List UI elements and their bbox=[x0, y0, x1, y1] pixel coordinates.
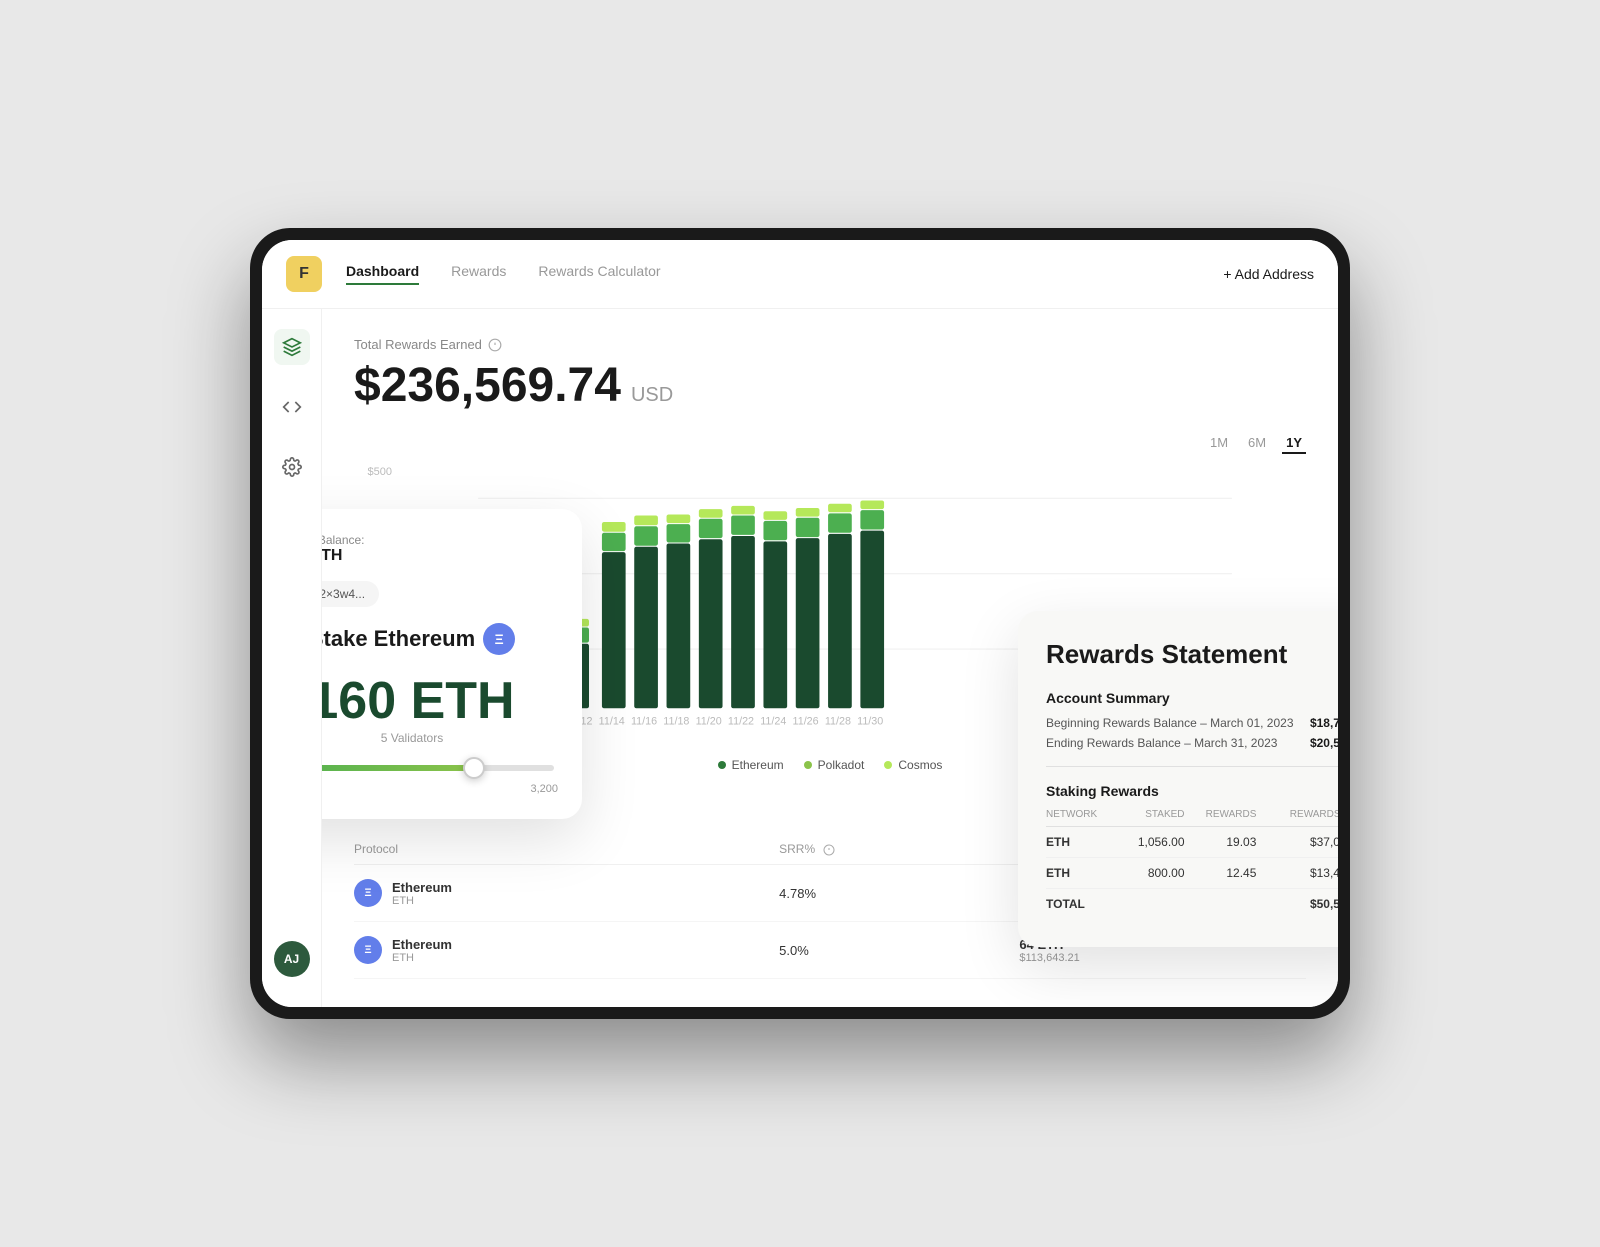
slider-max-label: 3,200 bbox=[530, 783, 558, 795]
staking-rewards-usd-1: $37,080.35 bbox=[1256, 827, 1338, 858]
main-content: Total Rewards Earned $236,569.74 USD 1M … bbox=[322, 309, 1338, 1007]
protocol-sub: ETH bbox=[392, 895, 452, 907]
eth-big-amount: 160 ETH bbox=[322, 671, 558, 731]
stake-title: Stake Ethereum Ξ bbox=[322, 623, 558, 655]
staking-col-staked: STAKED bbox=[1118, 809, 1184, 827]
svg-text:11/30: 11/30 bbox=[857, 715, 883, 727]
time-filter-6m[interactable]: 6M bbox=[1244, 433, 1270, 454]
staking-rewards-usd-2: $13,482.30 bbox=[1256, 858, 1338, 889]
protocol-cell: Ξ Ethereum ETH bbox=[354, 879, 779, 907]
col-header-srr: SRR% bbox=[779, 834, 1019, 865]
time-filter-1y[interactable]: 1Y bbox=[1282, 433, 1306, 454]
protocol-sub-2: ETH bbox=[392, 952, 452, 964]
ending-balance-label: Ending Rewards Balance – March 31, 2023 bbox=[1046, 736, 1277, 750]
staking-col-network: NETWORK bbox=[1046, 809, 1118, 827]
device-frame: F Dashboard Rewards Rewards Calculator +… bbox=[250, 228, 1350, 1019]
staking-network-1: ETH bbox=[1046, 827, 1118, 858]
add-address-button[interactable]: + Add Address bbox=[1223, 266, 1314, 282]
slider-labels: 32 3,200 bbox=[322, 783, 558, 795]
total-amount: $236,569.74 USD bbox=[354, 358, 1306, 413]
staking-staked-1: 1,056.00 bbox=[1118, 827, 1184, 858]
legend-ethereum: Ethereum bbox=[718, 758, 784, 772]
ending-balance-amount: $20,562.65 bbox=[1310, 736, 1338, 750]
eth-icon: Ξ bbox=[354, 879, 382, 907]
sidebar-icon-code[interactable] bbox=[274, 389, 310, 425]
slider-fill bbox=[322, 765, 474, 771]
tab-rewards[interactable]: Rewards bbox=[451, 263, 506, 285]
logo-badge: F bbox=[286, 256, 322, 292]
statement-row-ending: Ending Rewards Balance – March 31, 2023 … bbox=[1046, 736, 1338, 750]
beginning-balance-label: Beginning Rewards Balance – March 01, 20… bbox=[1046, 716, 1294, 730]
rewards-statement-title: Rewards Statement bbox=[1046, 639, 1338, 670]
wallet-address-text: 0z1y2×3w4... bbox=[322, 587, 365, 601]
staking-total-usd: $50,562.65 bbox=[1256, 889, 1338, 920]
slider-thumb[interactable] bbox=[463, 757, 485, 779]
validators-label: 5 Validators bbox=[322, 731, 558, 745]
sidebar-icon-settings[interactable] bbox=[274, 449, 310, 485]
wallet-address-chip[interactable]: 0z1y2×3w4... bbox=[322, 581, 379, 607]
screen: F Dashboard Rewards Rewards Calculator +… bbox=[262, 240, 1338, 1007]
staking-rewards-title: Staking Rewards bbox=[1046, 783, 1338, 799]
svg-text:11/20: 11/20 bbox=[696, 715, 722, 727]
svg-text:11/16: 11/16 bbox=[631, 715, 657, 727]
sidebar-icon-layers[interactable] bbox=[274, 329, 310, 365]
time-filters: 1M 6M 1Y bbox=[354, 433, 1306, 454]
protocol-name-2: Ethereum bbox=[392, 937, 452, 952]
staking-row-1: ETH 1,056.00 19.03 $37,080.35 bbox=[1046, 827, 1338, 858]
sidebar: AJ bbox=[262, 309, 322, 1007]
staking-rewards-2: 12.45 bbox=[1185, 858, 1257, 889]
srr-value: 4.78% bbox=[779, 865, 1019, 922]
available-balance-label: Available Balance: bbox=[322, 533, 558, 547]
svg-text:11/18: 11/18 bbox=[663, 715, 689, 727]
staking-col-rewards-usd: REWARDS $USD bbox=[1256, 809, 1338, 827]
statement-divider bbox=[1046, 766, 1338, 767]
staking-row-2: ETH 800.00 12.45 $13,482.30 bbox=[1046, 858, 1338, 889]
staking-staked-2: 800.00 bbox=[1118, 858, 1184, 889]
slider-wrapper bbox=[322, 765, 558, 771]
srr-value-2: 5.0% bbox=[779, 922, 1019, 979]
y-label-1: $500 bbox=[368, 466, 392, 478]
total-rewards-label: Total Rewards Earned bbox=[354, 337, 1306, 352]
available-balance-amount: 3,200 ETH bbox=[322, 547, 558, 565]
eth-logo-circle: Ξ bbox=[483, 623, 515, 655]
staked-usd-2: $113,643.21 bbox=[1019, 952, 1306, 964]
svg-text:11/14: 11/14 bbox=[599, 715, 625, 727]
protocol-name: Ethereum bbox=[392, 880, 452, 895]
top-nav: F Dashboard Rewards Rewards Calculator +… bbox=[262, 240, 1338, 309]
staking-network-2: ETH bbox=[1046, 858, 1118, 889]
beginning-balance-amount: $18,721.17 bbox=[1310, 716, 1338, 730]
col-header-protocol: Protocol bbox=[354, 834, 779, 865]
staking-total-row: TOTAL $50,562.65 bbox=[1046, 889, 1338, 920]
eth-icon-2: Ξ bbox=[354, 936, 382, 964]
slider-track[interactable] bbox=[322, 765, 554, 771]
stake-card: Available Balance: 3,200 ETH 0z1y2×3w4..… bbox=[322, 509, 582, 819]
svg-text:11/24: 11/24 bbox=[760, 715, 786, 727]
staking-col-rewards: REWARDS bbox=[1185, 809, 1257, 827]
legend-cosmos: Cosmos bbox=[884, 758, 942, 772]
protocol-cell-2: Ξ Ethereum ETH bbox=[354, 936, 779, 964]
svg-text:11/28: 11/28 bbox=[825, 715, 851, 727]
svg-text:11/26: 11/26 bbox=[793, 715, 819, 727]
nav-tabs: Dashboard Rewards Rewards Calculator bbox=[346, 263, 1223, 285]
time-filter-1m[interactable]: 1M bbox=[1206, 433, 1232, 454]
tab-rewards-calculator[interactable]: Rewards Calculator bbox=[538, 263, 660, 285]
staking-table: NETWORK STAKED REWARDS REWARDS $USD ETH … bbox=[1046, 809, 1338, 919]
tab-dashboard[interactable]: Dashboard bbox=[346, 263, 419, 285]
account-summary-title: Account Summary bbox=[1046, 690, 1338, 706]
legend-polkadot: Polkadot bbox=[804, 758, 865, 772]
user-avatar[interactable]: AJ bbox=[274, 941, 310, 977]
svg-text:11/22: 11/22 bbox=[728, 715, 754, 727]
staking-rewards-1: 19.03 bbox=[1185, 827, 1257, 858]
rewards-statement-card: Rewards Statement Account Summary Beginn… bbox=[1018, 611, 1338, 947]
main-layout: AJ Total Rewards Earned $236,569.74 USD bbox=[262, 309, 1338, 1007]
statement-row-beginning: Beginning Rewards Balance – March 01, 20… bbox=[1046, 716, 1338, 730]
staking-total-label: TOTAL bbox=[1046, 889, 1118, 920]
